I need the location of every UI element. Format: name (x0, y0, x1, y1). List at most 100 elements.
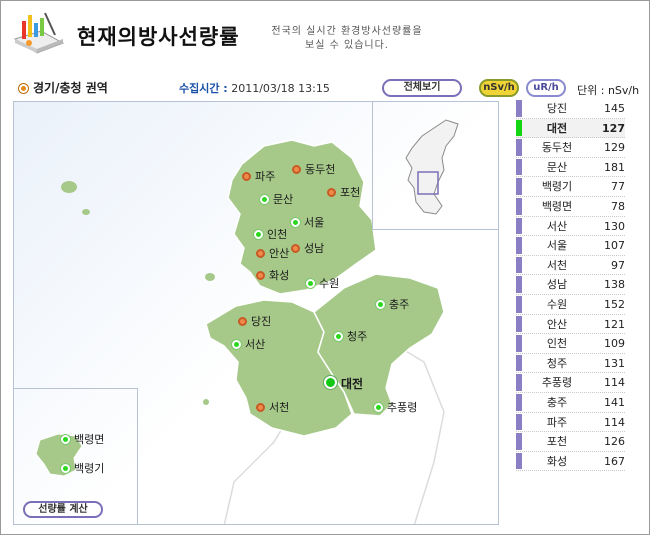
list-item[interactable]: 백령기 77 (516, 177, 625, 197)
marker-dot-icon (327, 188, 336, 197)
dose-calc-button[interactable]: 선량률 계산 (23, 501, 103, 518)
marker-dot-icon (260, 195, 269, 204)
row-bar (516, 237, 522, 254)
row-bar (516, 354, 522, 372)
list-item[interactable]: 서천 97 (516, 256, 625, 276)
list-item[interactable]: 추풍령 114 (516, 373, 625, 393)
list-item[interactable]: 서산 130 (516, 217, 625, 237)
marker-dot-icon (256, 271, 265, 280)
row-bar (516, 335, 522, 352)
city-marker-chungju[interactable]: 충주 (376, 298, 409, 312)
city-marker-seongnam[interactable]: 성남 (291, 242, 324, 256)
city-marker-ansan[interactable]: 안산 (256, 247, 289, 261)
city-marker-baengnyeong-gi[interactable]: 백령기 (61, 462, 104, 476)
list-item[interactable]: 파주 114 (516, 413, 625, 433)
list-item[interactable]: 성남 138 (516, 275, 625, 295)
collect-time: 수집시간 : 2011/03/18 13:15 (179, 80, 330, 96)
region-dot-icon (19, 84, 28, 93)
list-item[interactable]: 수원 152 (516, 295, 625, 315)
region-label: 경기/충청 권역 (19, 79, 108, 96)
marker-dot-icon (334, 332, 343, 341)
city-marker-incheon[interactable]: 인천 (254, 228, 287, 242)
marker-dot-icon (256, 403, 265, 412)
city-marker-daejeon[interactable]: 대전 (324, 376, 363, 391)
subtitle-line-1: 전국의 실시간 환경방사선량률을 (271, 26, 423, 37)
app-logo-icon (11, 9, 67, 57)
window-frame: 현재의방사선량률 전국의 실시간 환경방사선량률을 보실 수 있습니다. 경기/… (0, 0, 650, 535)
marker-dot-icon (306, 279, 315, 288)
marker-dot-icon (61, 464, 70, 473)
list-item[interactable]: 포천 126 (516, 432, 625, 452)
island-shape (82, 209, 90, 215)
list-item[interactable]: 충주 141 (516, 393, 625, 413)
city-marker-dangjin[interactable]: 당진 (238, 315, 271, 329)
list-item[interactable]: 화성 167 (516, 452, 625, 472)
marker-dot-icon (238, 317, 247, 326)
city-marker-pocheon[interactable]: 포천 (327, 186, 360, 200)
subtitle-line-2: 보실 수 있습니다. (305, 40, 389, 51)
city-marker-suwon[interactable]: 수원 (306, 277, 339, 291)
view-all-button[interactable]: 전체보기 (382, 79, 462, 97)
collect-time-value: 2011/03/18 13:15 (231, 82, 330, 95)
list-item[interactable]: 당진 145 (516, 99, 625, 119)
row-bar (516, 295, 522, 313)
list-item[interactable]: 백령면 78 (516, 197, 625, 217)
page-title: 현재의방사선량률 (77, 24, 240, 49)
city-marker-seocheon[interactable]: 서천 (256, 401, 289, 415)
list-item[interactable]: 문산 181 (516, 158, 625, 178)
marker-dot-icon (256, 249, 265, 258)
list-item[interactable]: 서울 107 (516, 236, 625, 256)
marker-dot-icon (376, 300, 385, 309)
row-bar (516, 315, 522, 333)
row-bar (516, 393, 522, 411)
marker-dot-icon (232, 340, 241, 349)
island-shape (203, 399, 209, 405)
region-name: 경기/충청 권역 (33, 81, 108, 95)
unit-ur-button[interactable]: uR/h (526, 79, 566, 97)
marker-dot-icon (374, 403, 383, 412)
city-marker-seosan[interactable]: 서산 (232, 338, 265, 352)
city-marker-cheongju[interactable]: 청주 (334, 330, 367, 344)
marker-dot-icon (61, 435, 70, 444)
list-item-selected[interactable]: 대전 127 (516, 118, 625, 139)
marker-dot-icon (291, 244, 300, 253)
list-item[interactable]: 동두천 129 (516, 138, 625, 158)
city-marker-paju[interactable]: 파주 (242, 170, 275, 184)
row-bar (516, 433, 522, 450)
marker-dot-icon (254, 230, 263, 239)
city-marker-baengnyeong-myeon[interactable]: 백령면 (61, 433, 104, 447)
korea-inset-panel (372, 102, 498, 230)
unit-nsv-button[interactable]: nSv/h (479, 79, 519, 97)
row-bar (516, 413, 522, 431)
collect-time-label: 수집시간 : (179, 82, 228, 95)
list-item[interactable]: 안산 121 (516, 315, 625, 335)
city-marker-hwaseong[interactable]: 화성 (256, 269, 289, 283)
city-marker-dongducheon[interactable]: 동두천 (292, 163, 335, 177)
row-bar (516, 374, 522, 391)
island-shape (205, 273, 215, 281)
row-bar (516, 158, 522, 176)
marker-dot-icon (292, 165, 301, 174)
city-marker-munsan[interactable]: 문산 (260, 193, 293, 207)
row-bar (516, 100, 522, 117)
row-bar (516, 139, 522, 156)
marker-dot-icon (291, 218, 300, 227)
island-shape (61, 181, 77, 193)
row-bar (516, 119, 522, 137)
row-bar (516, 178, 522, 195)
unit-label: 단위 : nSv/h (577, 84, 640, 97)
marker-dot-icon (324, 376, 337, 389)
row-bar (516, 452, 522, 470)
row-bar (516, 197, 522, 215)
list-item[interactable]: 청주 131 (516, 354, 625, 374)
row-bar (516, 217, 522, 235)
row-bar (516, 276, 522, 293)
marker-dot-icon (242, 172, 251, 181)
readings-list: 당진 145 대전 127 동두천 129 문산 181 백령기 77 백령면 78 서산 1… (516, 99, 625, 472)
page-subtitle: 전국의 실시간 환경방사선량률을 보실 수 있습니다. (247, 25, 447, 53)
list-item[interactable]: 인천 109 (516, 334, 625, 354)
city-marker-seoul[interactable]: 서울 (291, 216, 324, 230)
row-bar (516, 256, 522, 274)
radiation-map[interactable]: 파주 동두천 문산 포천 서울 인천 성남 안산 화성 수원 충주 당진 청주 … (13, 101, 499, 525)
city-marker-chupungnyeong[interactable]: 추풍령 (374, 401, 417, 415)
